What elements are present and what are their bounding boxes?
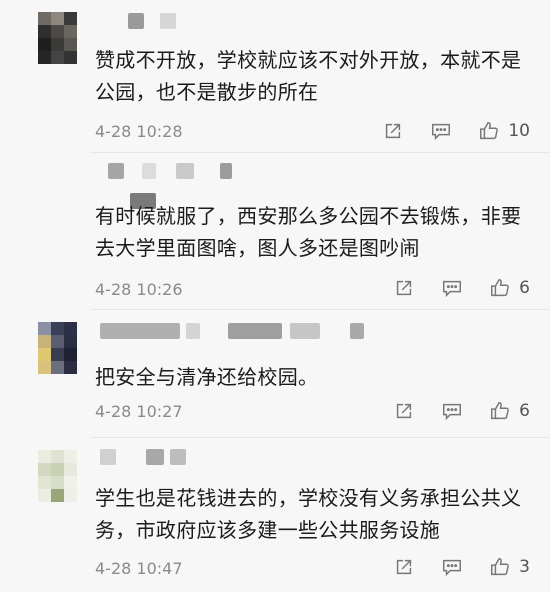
username-redacted[interactable]: [100, 449, 186, 465]
like-button[interactable]: 6: [489, 400, 530, 422]
reply-icon: [443, 559, 462, 577]
comment-text: 有时候就服了，西安那么多公园不去锻炼，非要去大学里面图啥，图人多还是图吵闹: [95, 204, 522, 260]
comment-text: 把安全与清净还给校园。: [95, 365, 319, 389]
share-icon: [397, 280, 412, 296]
avatar[interactable]: [38, 450, 78, 504]
like-button[interactable]: 6: [489, 277, 530, 299]
comment-time: 4-28 10:27: [95, 402, 183, 421]
reply-button[interactable]: [441, 556, 463, 578]
comment-actions: 3: [367, 554, 530, 580]
share-button[interactable]: [393, 556, 415, 578]
thumbs-up-icon: [480, 122, 499, 140]
share-icon: [397, 559, 412, 575]
share-icon: [397, 403, 412, 419]
comment-actions: 6: [367, 398, 530, 424]
reply-icon: [432, 123, 451, 141]
reply-button[interactable]: [430, 120, 452, 142]
avatar[interactable]: [38, 12, 78, 66]
share-button[interactable]: [393, 400, 415, 422]
like-button[interactable]: 10: [478, 120, 530, 142]
comment-text: 学生也是花钱进去的，学校没有义务承担公共义务，市政府应该多建一些公共服务设施: [95, 486, 522, 542]
share-icon: [386, 123, 401, 139]
username-redacted[interactable]: [100, 323, 364, 339]
comment-time: 4-28 10:28: [95, 122, 183, 141]
comment-item: 把安全与清净还给校园。 4-28 10:27 6: [0, 310, 550, 437]
username-redacted[interactable]: [128, 13, 176, 29]
avatar[interactable]: [38, 322, 78, 376]
thumbs-up-icon: [491, 402, 509, 420]
comment-text: 赞成不开放，学校就应该不对外开放，本就不是公园，也不是散步的所在: [95, 48, 522, 104]
thumbs-up-icon: [491, 279, 509, 297]
like-count: 6: [519, 401, 530, 421]
reply-icon: [443, 280, 462, 298]
comment-item: 赞成不开放，学校就应该不对外开放，本就不是公园，也不是散步的所在 4-28 10…: [0, 0, 550, 152]
like-count: 3: [519, 557, 530, 577]
comment-time: 4-28 10:26: [95, 280, 183, 299]
comment-actions: 6: [367, 275, 530, 301]
like-count: 10: [508, 121, 530, 141]
share-button[interactable]: [393, 277, 415, 299]
like-count: 6: [519, 278, 530, 298]
username-redacted[interactable]: [108, 163, 232, 179]
share-button[interactable]: [382, 120, 404, 142]
comment-actions: 10: [356, 118, 530, 144]
comment-time: 4-28 10:47: [95, 559, 183, 578]
reply-icon: [443, 403, 462, 421]
reply-button[interactable]: [441, 277, 463, 299]
comment-item: 学生也是花钱进去的，学校没有义务承担公共义务，市政府应该多建一些公共服务设施 4…: [0, 438, 550, 592]
like-button[interactable]: 3: [489, 556, 530, 578]
reply-button[interactable]: [441, 400, 463, 422]
thumbs-up-icon: [491, 558, 509, 576]
comment-item: 有时候就服了，西安那么多公园不去锻炼，非要去大学里面图啥，图人多还是图吵闹 4-…: [0, 153, 550, 309]
